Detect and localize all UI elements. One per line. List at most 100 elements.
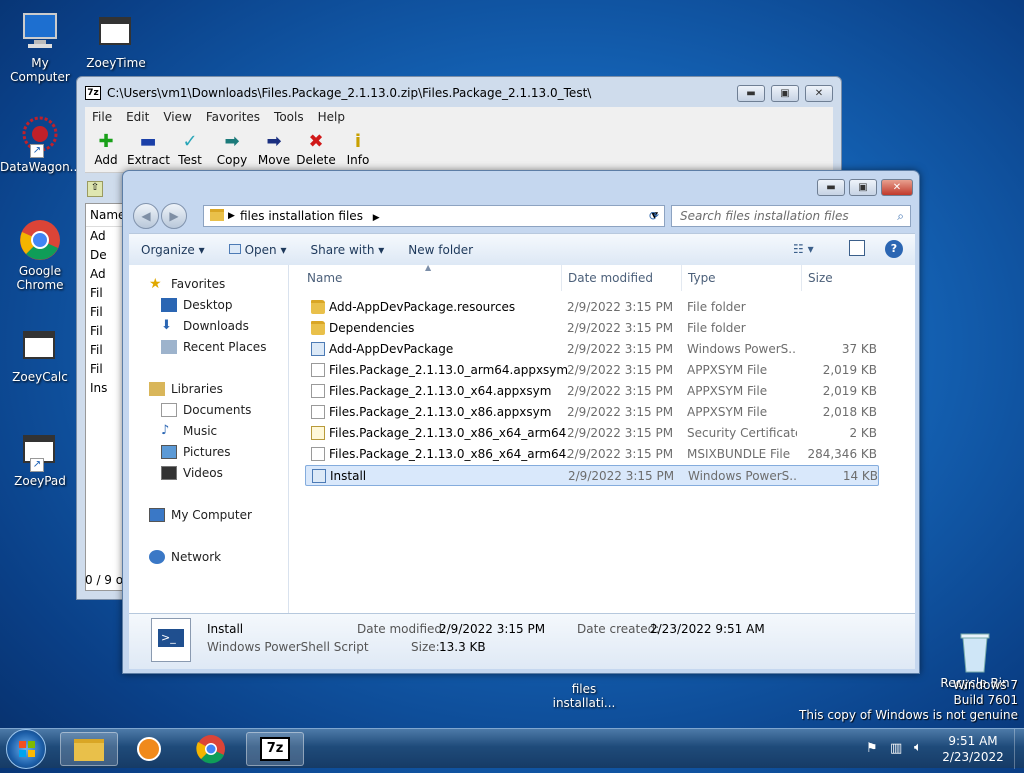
taskbar-7zip[interactable]: 7z	[246, 732, 304, 766]
add-button[interactable]: ✚ Add	[85, 127, 127, 172]
extract-button[interactable]: ▬ Extract	[127, 127, 170, 172]
desktop-icon-zoeycalc[interactable]: ZoeyCalc	[0, 324, 80, 384]
sevenzip-list-item[interactable]: Ad	[86, 227, 124, 246]
desktop-icon-google-chrome[interactable]: Google Chrome	[0, 218, 80, 292]
minimize-button[interactable]: ▬	[817, 179, 845, 196]
desktop-icon-my-computer[interactable]: My Computer	[0, 10, 80, 84]
info-button[interactable]: i Info	[337, 127, 379, 172]
nav-libraries[interactable]: Libraries	[149, 382, 223, 396]
file-row[interactable]: Files.Package_2.1.13.0_x64.appxsym 2/9/20…	[305, 381, 879, 402]
nav-recent-places[interactable]: Recent Places	[161, 340, 266, 354]
start-button[interactable]	[6, 729, 46, 769]
nav-pictures[interactable]: Pictures	[161, 445, 231, 459]
powershell-icon	[312, 469, 326, 483]
taskbar-explorer[interactable]	[60, 732, 118, 766]
maximize-button[interactable]: ▣	[849, 179, 877, 196]
maximize-button[interactable]: ▣	[771, 85, 799, 102]
address-bar[interactable]: ▶ files installation files ▶ ▼	[203, 205, 665, 227]
sevenzip-list-item[interactable]: Ins	[86, 379, 124, 398]
sevenzip-list-item[interactable]: Fil	[86, 322, 124, 341]
column-size[interactable]: Size	[808, 271, 833, 285]
folder-icon	[210, 209, 224, 221]
nav-network[interactable]: Network	[149, 550, 221, 564]
nav-videos[interactable]: Videos	[161, 466, 223, 480]
file-row[interactable]: Files.Package_2.1.13.0_arm64.appxsym 2/9/…	[305, 360, 879, 381]
taskbar-media-player[interactable]	[120, 732, 178, 766]
open-button[interactable]: Open ▾	[217, 243, 299, 257]
close-button[interactable]: ✕	[805, 85, 833, 102]
file-row[interactable]: Install 2/9/2022 3:15 PM Windows PowerS...…	[305, 465, 879, 486]
nav-desktop[interactable]: Desktop	[161, 298, 233, 312]
test-button[interactable]: ✓ Test	[169, 127, 211, 172]
download-icon: ⬇	[161, 318, 172, 333]
nav-favorites[interactable]: ★ Favorites	[149, 277, 225, 291]
menu-view[interactable]: View	[156, 107, 198, 127]
column-name-header[interactable]: Name	[86, 204, 125, 227]
desktop-icon-files-installation[interactable]: files installati...	[544, 682, 624, 710]
network-tray-icon[interactable]: ▥	[890, 741, 902, 756]
file-date: 2/9/2022 3:15 PM	[567, 363, 674, 377]
help-icon[interactable]: ?	[885, 240, 903, 258]
column-name[interactable]: Name	[307, 271, 342, 285]
close-button[interactable]: ✕	[881, 179, 913, 196]
organize-button[interactable]: Organize ▾	[129, 243, 217, 257]
file-row[interactable]: Add-AppDevPackage.resources 2/9/2022 3:15…	[305, 297, 879, 318]
desktop-icon-zoeypad[interactable]: ↗ ZoeyPad	[0, 428, 80, 488]
move-button[interactable]: ➡ Move	[253, 127, 295, 172]
sevenzip-title: C:\Users\vm1\Downloads\Files.Package_2.1…	[107, 86, 592, 100]
desktop-icon-zoeytime[interactable]: ZoeyTime	[76, 10, 156, 70]
file-row[interactable]: Dependencies 2/9/2022 3:15 PM File folder	[305, 318, 879, 339]
menu-tools[interactable]: Tools	[267, 107, 311, 127]
forward-button[interactable]: ▶	[161, 203, 187, 229]
nav-my-computer[interactable]: My Computer	[149, 508, 252, 522]
sevenzip-list-item[interactable]: Fil	[86, 284, 124, 303]
share-with-button[interactable]: Share with ▾	[299, 243, 397, 257]
powershell-file-icon: >_	[151, 618, 191, 662]
file-type: Windows PowerS...	[687, 342, 797, 356]
clock-date: 2/23/2022	[942, 750, 1004, 764]
menu-file[interactable]: File	[85, 107, 119, 127]
back-button[interactable]: ◀	[133, 203, 159, 229]
desktop-icon-datawagon[interactable]: ↗ DataWagon...	[0, 114, 81, 174]
menu-help[interactable]: Help	[311, 107, 352, 127]
refresh-icon[interactable]: ⟳	[643, 205, 665, 227]
show-desktop-button[interactable]	[1014, 729, 1024, 769]
menu-favorites[interactable]: Favorites	[199, 107, 267, 127]
sevenzip-list-item[interactable]: De	[86, 246, 124, 265]
network-graph-icon: ↗	[18, 114, 62, 158]
preview-pane-icon[interactable]	[849, 240, 865, 256]
copy-button[interactable]: ➡ Copy	[211, 127, 253, 172]
check-icon: ✓	[182, 131, 198, 152]
column-type[interactable]: Type	[688, 271, 716, 285]
file-row[interactable]: Files.Package_2.1.13.0_x86_x64_arm64 2/9/…	[305, 423, 879, 444]
delete-button[interactable]: ✖ Delete	[295, 127, 337, 172]
file-row[interactable]: Files.Package_2.1.13.0_x86_x64_arm64.ms.…	[305, 444, 879, 465]
file-size: 37 KB	[841, 342, 877, 356]
taskbar-chrome[interactable]	[182, 732, 240, 766]
breadcrumb[interactable]: files installation files	[240, 209, 363, 223]
column-date-modified[interactable]: Date modified	[568, 271, 653, 285]
clock[interactable]: 9:51 AM 2/23/2022	[938, 733, 1008, 765]
sevenzip-list-item[interactable]: Ad	[86, 265, 124, 284]
minimize-button[interactable]: ▬	[737, 85, 765, 102]
folder-icon	[311, 321, 325, 335]
nav-music[interactable]: ♪ Music	[161, 424, 217, 439]
file-row[interactable]: Add-AppDevPackage 2/9/2022 3:15 PM Windows…	[305, 339, 879, 360]
nav-documents[interactable]: Documents	[161, 403, 251, 417]
desktop-icon-label: files installati...	[552, 682, 616, 710]
search-input[interactable]: Search files installation files ⌕	[671, 205, 911, 227]
sevenzip-list-item[interactable]: Fil	[86, 360, 124, 379]
volume-icon[interactable]: 🔈︎	[914, 740, 922, 755]
up-folder-icon[interactable]: ⇧	[87, 181, 103, 197]
action-center-icon[interactable]: ⚑	[866, 741, 878, 756]
menu-edit[interactable]: Edit	[119, 107, 156, 127]
nav-downloads[interactable]: ⬇ Downloads	[161, 318, 249, 334]
file-row[interactable]: Files.Package_2.1.13.0_x86.appxsym 2/9/20…	[305, 402, 879, 423]
nav-label: My Computer	[171, 508, 252, 522]
sevenzip-list-item[interactable]: Fil	[86, 303, 124, 322]
sevenzip-list-item[interactable]: Fil	[86, 341, 124, 360]
view-options-icon[interactable]: ☷ ▾	[793, 242, 814, 256]
computer-icon	[18, 10, 62, 54]
new-folder-button[interactable]: New folder	[396, 243, 485, 257]
taskbar: 7z ⚑ ▥ 🔈︎ 9:51 AM 2/23/2022	[0, 728, 1024, 769]
